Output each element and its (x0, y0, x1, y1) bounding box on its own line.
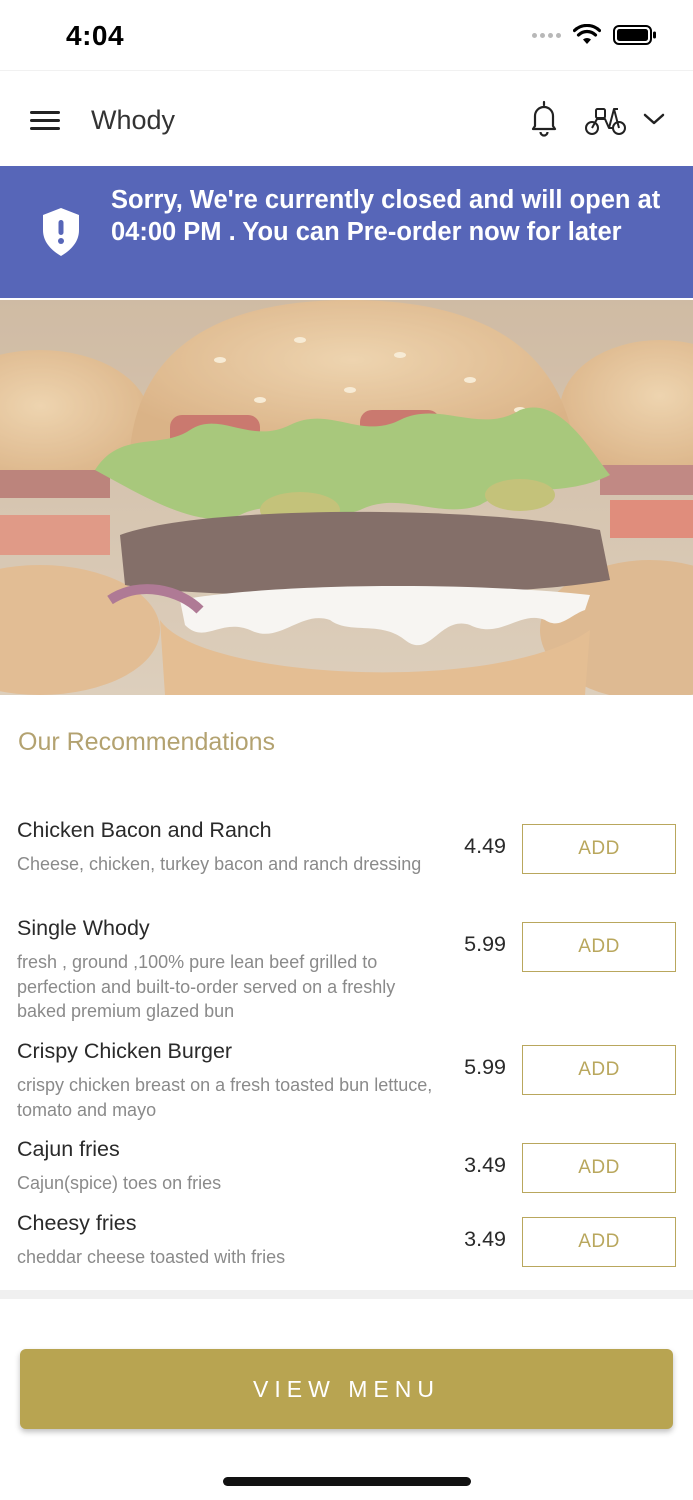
menu-icon[interactable] (28, 105, 62, 133)
burger-image (0, 300, 693, 695)
view-menu-button[interactable]: VIEW MENU (20, 1349, 673, 1429)
status-time: 4:04 (66, 20, 125, 51)
item-description: fresh , ground ,100% pure lean beef gril… (17, 952, 396, 1021)
item-price: 3.49 (464, 1227, 506, 1251)
bell-icon[interactable] (526, 99, 562, 139)
item-description: crispy chicken breast on a fresh toasted… (17, 1075, 433, 1120)
item-name: Crispy Chicken Burger (17, 1039, 233, 1063)
item-description: Cheese, chicken, turkey bacon and ranch … (17, 854, 422, 874)
item-name: Chicken Bacon and Ranch (17, 818, 272, 842)
wifi-icon (573, 24, 601, 44)
shield-alert-icon (43, 208, 79, 256)
scooter-icon[interactable] (583, 101, 627, 139)
status-bar: 4:04 (0, 0, 693, 70)
app-title: Whody (91, 105, 176, 135)
recommendations-title: Our Recommendations (18, 728, 276, 756)
banner-text: Sorry, We're currently closed and will o… (111, 186, 661, 246)
item-name: Single Whody (17, 916, 150, 940)
add-button[interactable]: ADD (522, 1217, 676, 1267)
home-indicator (223, 1477, 471, 1486)
app-header: Whody (0, 70, 693, 166)
chevron-down-icon[interactable] (642, 109, 666, 129)
status-icons (532, 24, 657, 46)
add-button[interactable]: ADD (522, 1045, 676, 1095)
item-price: 3.49 (464, 1153, 506, 1177)
item-description: Cajun(spice) toes on fries (17, 1173, 222, 1193)
item-price: 5.99 (464, 1055, 506, 1079)
add-button[interactable]: ADD (522, 824, 676, 874)
item-name: Cheesy fries (17, 1211, 137, 1235)
item-price: 5.99 (464, 932, 506, 956)
add-button[interactable]: ADD (522, 922, 676, 972)
item-description: cheddar cheese toasted with fries (17, 1247, 286, 1267)
battery-icon (613, 25, 656, 45)
add-button[interactable]: ADD (522, 1143, 676, 1193)
section-divider (0, 1290, 693, 1299)
signal-icon (532, 32, 561, 38)
item-price: 4.49 (464, 834, 506, 858)
item-name: Cajun fries (17, 1137, 120, 1161)
